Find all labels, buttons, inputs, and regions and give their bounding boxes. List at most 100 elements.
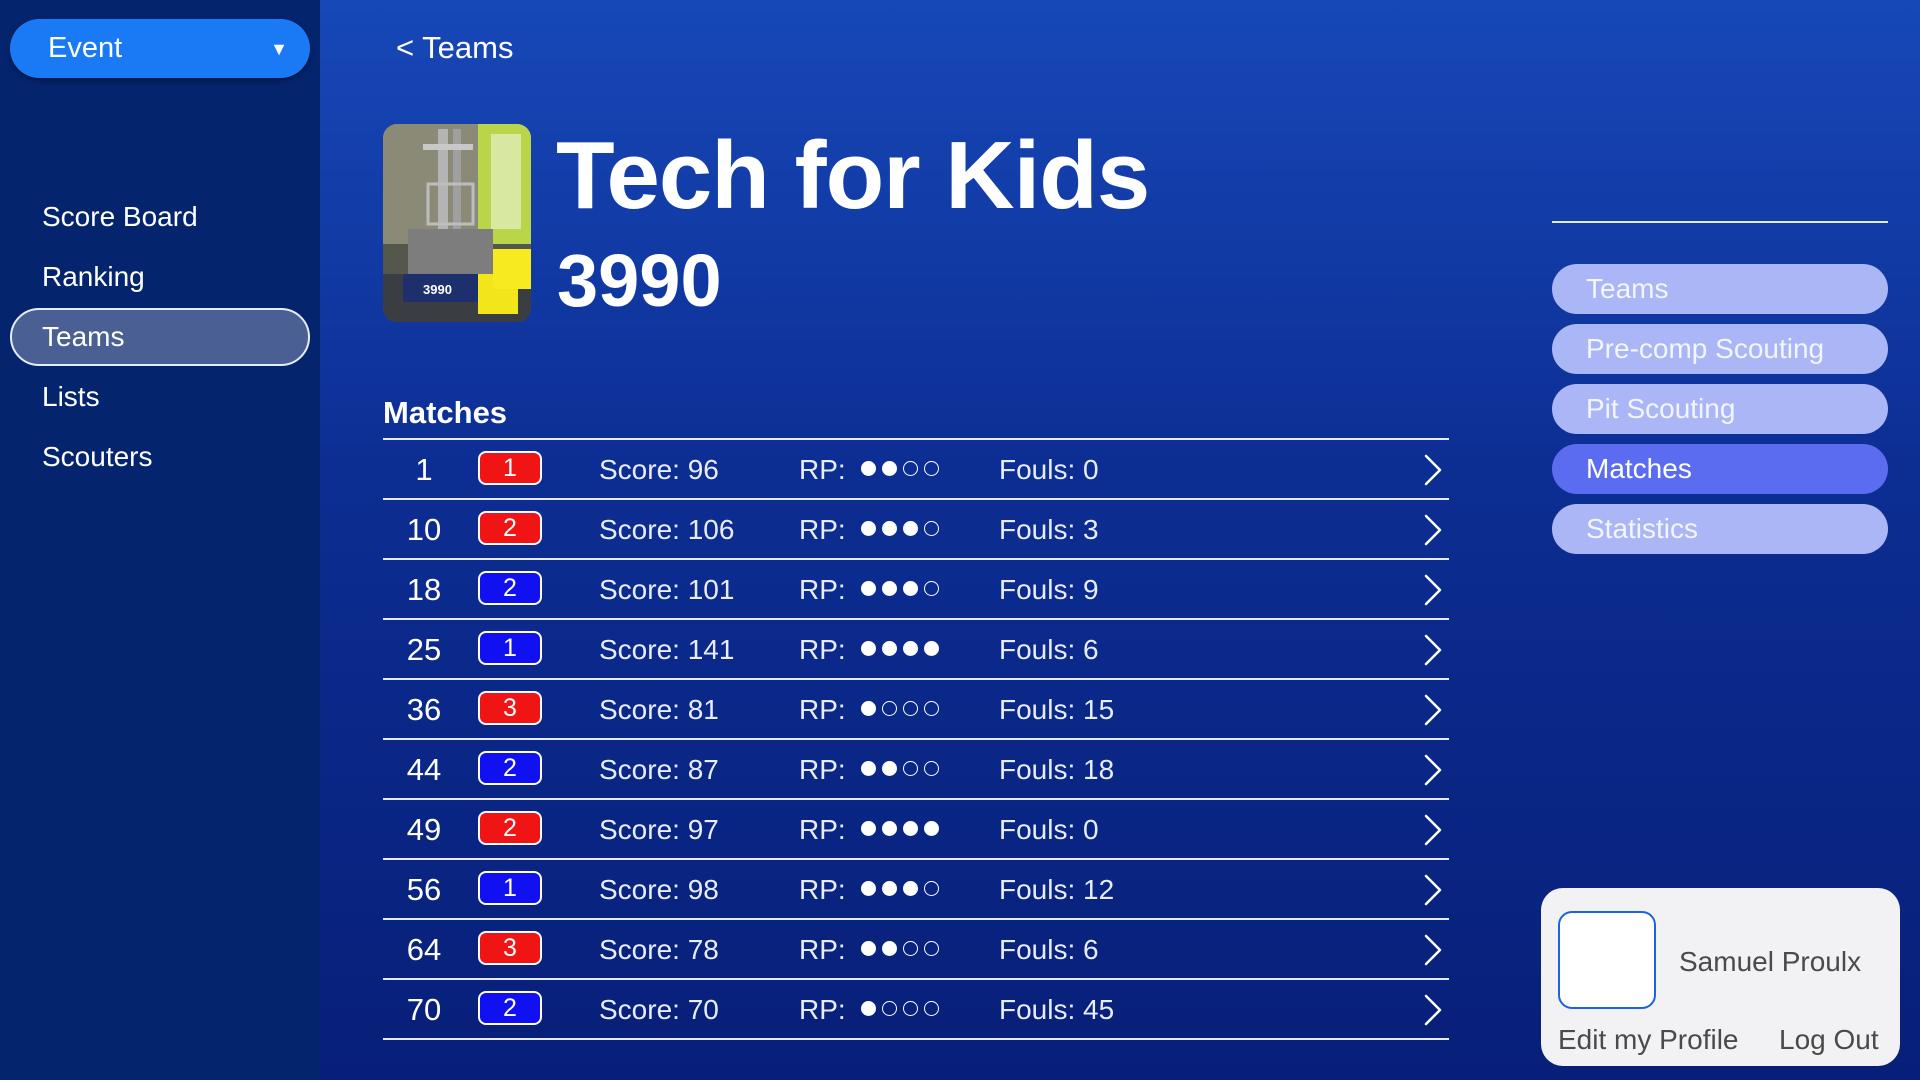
rp-label: RP: bbox=[799, 634, 846, 665]
rp-filled-dot bbox=[924, 641, 939, 656]
chevron-right-icon bbox=[1423, 814, 1443, 853]
back-to-teams-link[interactable]: < Teams bbox=[396, 30, 513, 66]
tab-pre-comp-scouting[interactable]: Pre-comp Scouting bbox=[1552, 324, 1888, 374]
alliance-station-badge: 2 bbox=[478, 991, 542, 1025]
chevron-right-icon bbox=[1423, 694, 1443, 733]
team-number: 3990 bbox=[557, 239, 722, 322]
tab-statistics[interactable]: Statistics bbox=[1552, 504, 1888, 554]
match-row[interactable]: 44 2 Score: 87 RP: Fouls: 18 bbox=[383, 740, 1449, 800]
match-fouls: Fouls: 0 bbox=[999, 814, 1099, 845]
avatar[interactable] bbox=[1558, 911, 1656, 1009]
match-row[interactable]: 1 1 Score: 96 RP: Fouls: 0 bbox=[383, 440, 1449, 500]
right-panel-divider bbox=[1552, 221, 1888, 223]
match-number: 36 bbox=[406, 692, 442, 727]
sidebar-item-label: Scouters bbox=[42, 441, 153, 472]
chevron-right-icon bbox=[1423, 574, 1443, 613]
log-out-link[interactable]: Log Out bbox=[1779, 1024, 1879, 1056]
matches-heading: Matches bbox=[383, 395, 508, 430]
sidebar-item-score-board[interactable]: Score Board bbox=[10, 188, 310, 246]
match-number: 25 bbox=[406, 632, 442, 667]
ranking-points-indicator bbox=[861, 813, 945, 836]
rp-empty-dot bbox=[924, 461, 939, 476]
match-row[interactable]: 64 3 Score: 78 RP: Fouls: 6 bbox=[383, 920, 1449, 980]
match-row[interactable]: 25 1 Score: 141 RP: Fouls: 6 bbox=[383, 620, 1449, 680]
match-score: Score: 106 bbox=[599, 514, 735, 545]
team-section-tabs: Teams Pre-comp Scouting Pit Scouting Mat… bbox=[1552, 264, 1888, 564]
rp-filled-dot bbox=[861, 701, 876, 716]
rp-empty-dot bbox=[924, 761, 939, 776]
rp-label: RP: bbox=[799, 514, 846, 545]
rp-filled-dot bbox=[903, 641, 918, 656]
edit-profile-link[interactable]: Edit my Profile bbox=[1558, 1024, 1739, 1056]
matches-list: 1 1 Score: 96 RP: Fouls: 0 10 2 Score: 106 RP: Fo… bbox=[383, 438, 1449, 1040]
rp-filled-dot bbox=[924, 821, 939, 836]
ranking-points-indicator bbox=[861, 933, 945, 956]
sidebar-item-scouters[interactable]: Scouters bbox=[10, 428, 310, 486]
rp-filled-dot bbox=[903, 881, 918, 896]
ranking-points-indicator bbox=[861, 693, 945, 716]
match-score: Score: 78 bbox=[599, 934, 719, 965]
chevron-down-icon: ▼ bbox=[270, 39, 288, 59]
rp-empty-dot bbox=[903, 761, 918, 776]
match-number: 18 bbox=[406, 572, 442, 607]
match-fouls: Fouls: 45 bbox=[999, 994, 1115, 1025]
match-number: 64 bbox=[406, 932, 442, 967]
ranking-points-indicator bbox=[861, 453, 945, 476]
rp-filled-dot bbox=[882, 641, 897, 656]
ranking-points-indicator bbox=[861, 633, 945, 656]
chevron-right-icon bbox=[1423, 934, 1443, 973]
tab-pit-scouting[interactable]: Pit Scouting bbox=[1552, 384, 1888, 434]
tab-teams[interactable]: Teams bbox=[1552, 264, 1888, 314]
profile-card: Samuel Proulx Edit my Profile Log Out bbox=[1541, 888, 1900, 1066]
sidebar-item-label: Ranking bbox=[42, 261, 145, 292]
match-score: Score: 81 bbox=[599, 694, 719, 725]
rp-label: RP: bbox=[799, 574, 846, 605]
rp-filled-dot bbox=[903, 821, 918, 836]
sidebar-item-label: Lists bbox=[42, 381, 100, 412]
event-dropdown-button[interactable]: Event ▼ bbox=[10, 19, 310, 78]
sidebar-item-label: Score Board bbox=[42, 201, 198, 232]
alliance-station-badge: 2 bbox=[478, 811, 542, 845]
chevron-right-icon bbox=[1423, 454, 1443, 493]
match-row[interactable]: 10 2 Score: 106 RP: Fouls: 3 bbox=[383, 500, 1449, 560]
match-row[interactable]: 49 2 Score: 97 RP: Fouls: 0 bbox=[383, 800, 1449, 860]
sidebar-item-teams[interactable]: Teams bbox=[10, 308, 310, 366]
rp-empty-dot bbox=[924, 521, 939, 536]
match-row[interactable]: 36 3 Score: 81 RP: Fouls: 15 bbox=[383, 680, 1449, 740]
chevron-right-icon bbox=[1423, 874, 1443, 913]
sidebar-nav: Score Board Ranking Teams Lists Scouters bbox=[10, 188, 310, 488]
match-fouls: Fouls: 9 bbox=[999, 574, 1099, 605]
rp-empty-dot bbox=[903, 461, 918, 476]
match-score: Score: 70 bbox=[599, 994, 719, 1025]
match-fouls: Fouls: 6 bbox=[999, 634, 1099, 665]
event-dropdown-label: Event bbox=[48, 32, 123, 64]
ranking-points-indicator bbox=[861, 993, 945, 1016]
rp-label: RP: bbox=[799, 694, 846, 725]
rp-label: RP: bbox=[799, 454, 846, 485]
rp-filled-dot bbox=[861, 881, 876, 896]
match-score: Score: 97 bbox=[599, 814, 719, 845]
match-score: Score: 101 bbox=[599, 574, 735, 605]
rp-empty-dot bbox=[924, 701, 939, 716]
tab-matches[interactable]: Matches bbox=[1552, 444, 1888, 494]
rp-label: RP: bbox=[799, 994, 846, 1025]
sidebar-item-ranking[interactable]: Ranking bbox=[10, 248, 310, 306]
match-row[interactable]: 18 2 Score: 101 RP: Fouls: 9 bbox=[383, 560, 1449, 620]
sidebar-item-label: Teams bbox=[42, 321, 125, 352]
match-number: 10 bbox=[406, 512, 442, 547]
rp-filled-dot bbox=[882, 821, 897, 836]
match-score: Score: 87 bbox=[599, 754, 719, 785]
rp-filled-dot bbox=[861, 521, 876, 536]
sidebar-item-lists[interactable]: Lists bbox=[10, 368, 310, 426]
rp-empty-dot bbox=[882, 1001, 897, 1016]
chevron-right-icon bbox=[1423, 754, 1443, 793]
rp-filled-dot bbox=[903, 581, 918, 596]
ranking-points-indicator bbox=[861, 513, 945, 536]
match-row[interactable]: 56 1 Score: 98 RP: Fouls: 12 bbox=[383, 860, 1449, 920]
match-row[interactable]: 70 2 Score: 70 RP: Fouls: 45 bbox=[383, 980, 1449, 1040]
rp-filled-dot bbox=[882, 941, 897, 956]
robot-photo-image: 3990 bbox=[383, 124, 531, 322]
rp-empty-dot bbox=[924, 941, 939, 956]
rp-empty-dot bbox=[882, 701, 897, 716]
chevron-right-icon bbox=[1423, 634, 1443, 673]
